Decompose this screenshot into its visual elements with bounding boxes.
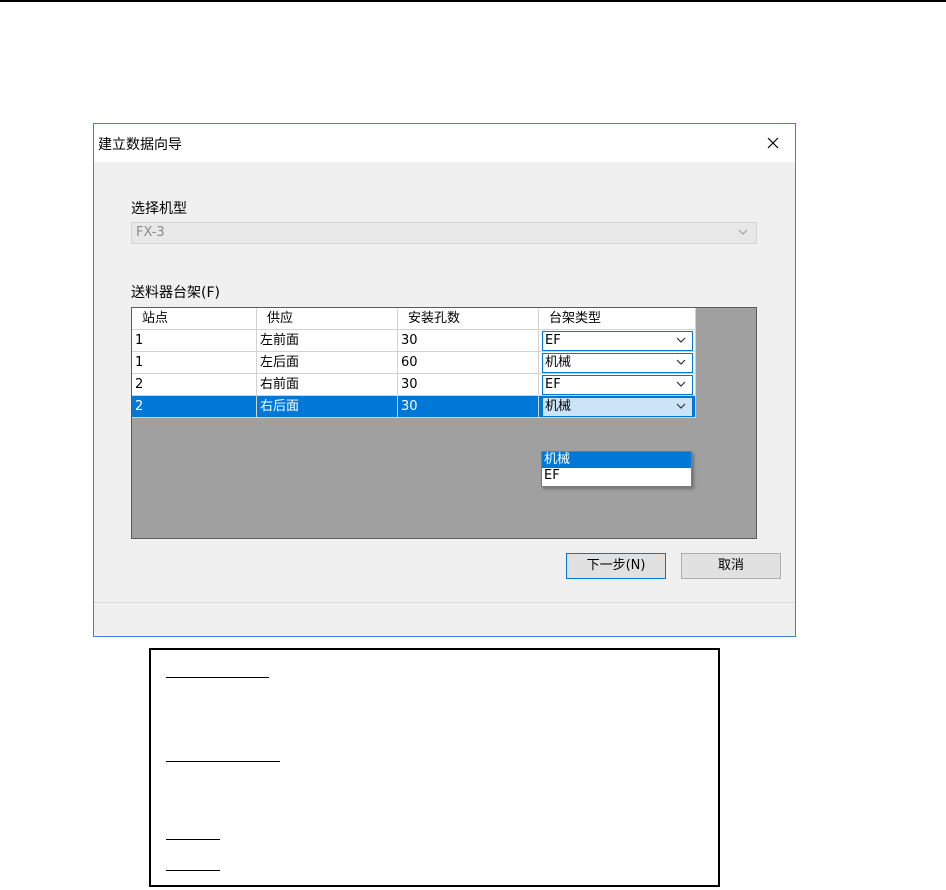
holes-cell[interactable]: 30 (398, 396, 539, 418)
table-row[interactable]: 1 左前面 30 EF (132, 330, 696, 352)
cancel-button[interactable]: 取消 (681, 553, 781, 579)
chevron-down-icon (676, 381, 686, 387)
chevron-down-icon (676, 403, 686, 409)
type-cell: EF (539, 330, 696, 352)
type-value: 机械 (545, 399, 572, 414)
type-value: EF (545, 333, 561, 348)
model-select[interactable]: FX-3 (131, 222, 757, 244)
type-cell: 机械 (539, 352, 696, 374)
supply-cell[interactable]: 右后面 (257, 396, 398, 418)
column-header[interactable]: 台架类型 (539, 308, 696, 330)
column-header[interactable]: 站点 (132, 308, 257, 330)
type-cell: 机械 (539, 396, 696, 418)
type-value: EF (545, 377, 561, 392)
feeder-label: 送料器台架(F) (131, 285, 220, 301)
type-combo[interactable]: EF (542, 331, 693, 351)
type-combo[interactable]: 机械 (542, 353, 693, 373)
wizard-dialog: 建立数据向导 选择机型 FX-3 送料器台架(F) 站点 供应 安装孔数 台架类… (93, 123, 796, 637)
chevron-down-icon (738, 229, 748, 235)
title-bar: 建立数据向导 (94, 124, 795, 162)
blank-line (166, 870, 220, 871)
blank-line (166, 677, 269, 678)
grid-header: 站点 供应 安装孔数 台架类型 (132, 308, 696, 330)
type-combo-open[interactable]: 机械 (542, 397, 693, 417)
close-button[interactable] (751, 124, 795, 162)
chevron-down-icon (676, 359, 686, 365)
page-top-rule (0, 0, 946, 2)
chevron-down-icon (676, 337, 686, 343)
holes-cell[interactable]: 30 (398, 374, 539, 396)
supply-cell[interactable]: 左后面 (257, 352, 398, 374)
station-cell[interactable]: 2 (132, 396, 257, 418)
model-value: FX-3 (136, 225, 165, 240)
column-header[interactable]: 供应 (257, 308, 398, 330)
dialog-title: 建立数据向导 (98, 137, 182, 153)
supply-cell[interactable]: 右前面 (257, 374, 398, 396)
dropdown-option[interactable]: 机械 (542, 452, 691, 468)
table-row-selected[interactable]: 2 右后面 30 机械 (132, 396, 696, 418)
holes-cell[interactable]: 60 (398, 352, 539, 374)
table-row[interactable]: 2 右前面 30 EF (132, 374, 696, 396)
dropdown-option[interactable]: EF (542, 468, 691, 484)
feeder-grid: 站点 供应 安装孔数 台架类型 1 左前面 30 EF 1 左后面 60 机械 (131, 307, 757, 539)
annotation-box (149, 648, 720, 887)
next-button[interactable]: 下一步(N) (566, 553, 666, 579)
type-cell: EF (539, 374, 696, 396)
type-dropdown-list: 机械 EF (541, 451, 692, 487)
type-combo[interactable]: EF (542, 375, 693, 395)
type-value: 机械 (545, 355, 572, 370)
station-cell[interactable]: 1 (132, 330, 257, 352)
station-cell[interactable]: 2 (132, 374, 257, 396)
blank-line (166, 839, 220, 840)
model-label: 选择机型 (131, 201, 187, 217)
blank-line (166, 761, 280, 762)
table-row[interactable]: 1 左后面 60 机械 (132, 352, 696, 374)
holes-cell[interactable]: 30 (398, 330, 539, 352)
station-cell[interactable]: 1 (132, 352, 257, 374)
column-header[interactable]: 安装孔数 (398, 308, 539, 330)
dialog-separator (94, 602, 795, 603)
supply-cell[interactable]: 左前面 (257, 330, 398, 352)
close-icon (767, 137, 779, 149)
